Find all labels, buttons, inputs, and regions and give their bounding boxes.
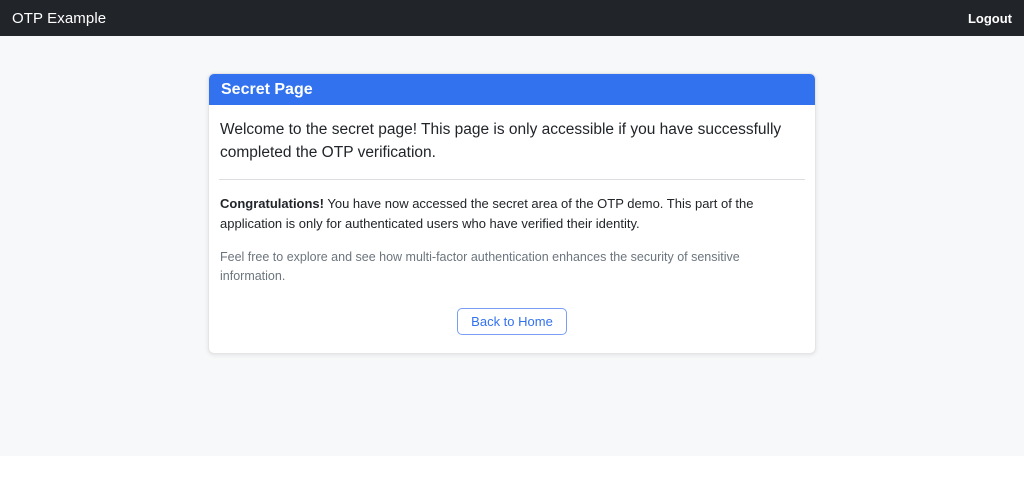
welcome-lead-text: Welcome to the secret page! This page is… bbox=[220, 119, 804, 165]
top-navbar: OTP Example Logout bbox=[0, 0, 1024, 36]
congratulations-text: Congratulations! You have now accessed t… bbox=[220, 194, 804, 234]
explore-muted-text: Feel free to explore and see how multi-f… bbox=[220, 248, 804, 286]
logout-link[interactable]: Logout bbox=[968, 11, 1012, 26]
button-row: Back to Home bbox=[219, 306, 805, 338]
card-header-title: Secret Page bbox=[209, 74, 815, 105]
page-content: Secret Page Welcome to the secret page! … bbox=[0, 36, 1024, 456]
congratulations-bold: Congratulations! bbox=[220, 196, 324, 211]
back-to-home-button[interactable]: Back to Home bbox=[457, 308, 567, 335]
navbar-brand[interactable]: OTP Example bbox=[12, 10, 106, 27]
card-body: Welcome to the secret page! This page is… bbox=[209, 105, 815, 353]
secret-page-card: Secret Page Welcome to the secret page! … bbox=[208, 73, 816, 354]
divider bbox=[219, 179, 805, 180]
